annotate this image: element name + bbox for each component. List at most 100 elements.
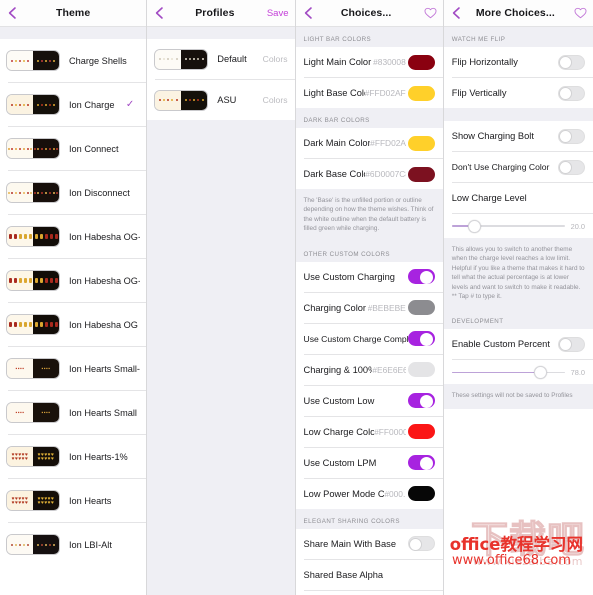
settings-row[interactable]: Use Custom Low <box>295 385 443 416</box>
slider-fill <box>451 371 540 374</box>
color-hex-value[interactable]: #E6E6E6 <box>372 365 405 375</box>
toggle-switch[interactable] <box>557 336 585 352</box>
theme-row[interactable]: Ion Habesha OG-ALT <box>0 215 147 258</box>
toggle-switch[interactable] <box>557 54 585 70</box>
theme-thumbnail: ♥♥♥♥♥ ♥♥♥♥♥ ♥♥♥♥♥ ♥♥♥♥♥ <box>6 446 60 467</box>
section-header: OTHER CUSTOM COLORS <box>295 241 443 262</box>
theme-row[interactable]: ▪▪▪▪ ▪▪▪▪ Ion Hearts Small <box>0 391 147 434</box>
settings-row[interactable]: Enable Custom Percent <box>443 329 593 360</box>
theme-row[interactable]: Ion Charge ✓ <box>0 83 147 126</box>
settings-row[interactable]: Low Charge Level <box>443 183 593 213</box>
settings-row-label: Low Charge Color <box>303 426 375 437</box>
settings-row[interactable]: Use Custom LPM <box>295 447 443 478</box>
settings-row[interactable]: Use Custom Charging <box>295 261 443 292</box>
theme-thumbnail <box>6 94 60 115</box>
color-swatch[interactable] <box>407 300 435 316</box>
theme-row[interactable]: ♥♥♥♥♥ ♥♥♥♥♥ ♥♥♥♥♥ ♥♥♥♥♥ Ion Hearts <box>0 479 147 522</box>
profile-row[interactable]: Default Colors <box>147 39 295 79</box>
color-swatch[interactable] <box>407 135 435 151</box>
theme-row[interactable]: ♥♥♥♥♥ ♥♥♥♥♥ ♥♥♥♥♥ ♥♥♥♥♥ Ion Hearts-1% <box>0 435 147 478</box>
toggle-switch[interactable] <box>557 85 585 101</box>
section-header: LIGHT BAR COLORS <box>295 27 443 47</box>
settings-row-label: Shared Base Alpha <box>303 569 384 580</box>
settings-row[interactable]: Light Main Color #830008 <box>295 47 443 77</box>
settings-row[interactable]: Charging Color #BEBEBE <box>295 292 443 323</box>
back-chevron-icon[interactable] <box>153 6 165 20</box>
settings-row[interactable]: Charging & 100% #E6E6E6 <box>295 354 443 385</box>
color-swatch[interactable] <box>407 54 435 70</box>
settings-row[interactable]: Light Base Color#FFD02AFF <box>295 78 443 108</box>
theme-row[interactable]: Ion LBI-Alt <box>0 523 147 566</box>
back-chevron-icon[interactable] <box>302 6 314 20</box>
heart-icon[interactable] <box>419 5 437 21</box>
theme-row[interactable]: Ion Habesha OG <box>0 303 147 346</box>
slider-row[interactable]: 78.0 <box>443 360 593 385</box>
settings-row[interactable]: Show Charging Bolt <box>443 121 593 151</box>
toggle-switch[interactable] <box>407 455 435 471</box>
watermark-url: www.office68.com <box>452 553 571 568</box>
color-swatch[interactable] <box>407 486 435 502</box>
settings-row[interactable]: Flip Horizontally <box>443 47 593 77</box>
back-chevron-icon[interactable] <box>450 6 462 20</box>
settings-row[interactable]: Low Charge Color #FF0000 <box>295 416 443 447</box>
toggle-switch[interactable] <box>407 536 435 552</box>
toggle-knob <box>559 130 573 143</box>
settings-row[interactable]: Low Power Mode Color#000... <box>295 478 443 509</box>
slider-row[interactable]: 20.0 <box>443 214 593 238</box>
profile-colors-button[interactable]: Colors <box>263 95 288 105</box>
toggle-switch[interactable] <box>407 269 435 285</box>
color-swatch[interactable] <box>407 362 435 378</box>
theme-thumbnail <box>6 314 60 335</box>
color-hex-value[interactable]: #830008 <box>373 57 406 67</box>
theme-thumbnail <box>154 89 209 111</box>
theme-thumbnail: ▪▪▪▪ ▪▪▪▪ <box>6 358 60 379</box>
slider[interactable] <box>451 365 565 379</box>
color-hex-value[interactable]: #6D0007C8 <box>365 169 405 179</box>
color-swatch[interactable] <box>407 85 435 101</box>
toggle-switch[interactable] <box>557 159 585 175</box>
toggle-switch[interactable] <box>557 128 585 144</box>
heart-icon[interactable] <box>569 5 587 21</box>
back-chevron-icon[interactable] <box>6 6 18 20</box>
settings-row[interactable]: Shared Base Alpha <box>295 559 443 590</box>
theme-row[interactable]: Ion Connect <box>0 127 147 170</box>
color-hex-value[interactable]: #FFD02AFF <box>365 88 406 98</box>
profile-row[interactable]: ASU Colors <box>147 80 295 120</box>
settings-row-label: Charging & 100% <box>303 364 373 375</box>
theme-row[interactable]: Ion Disconnect <box>0 171 147 214</box>
toggle-switch[interactable] <box>407 393 435 409</box>
settings-row-label: Light Main Color <box>303 57 372 67</box>
settings-row[interactable]: Dark Main Color #FFD02A <box>295 128 443 158</box>
slider[interactable] <box>451 219 565 233</box>
settings-row[interactable]: Dark Base Color #6D0007C8 <box>295 159 443 189</box>
settings-row-label: Charging Color <box>303 302 367 313</box>
theme-thumbnail <box>6 226 60 247</box>
theme-thumbnail: ▪▪▪▪ ▪▪▪▪ <box>6 402 60 423</box>
color-swatch[interactable] <box>407 166 435 182</box>
theme-row[interactable]: Charge Shells <box>0 39 147 82</box>
slider-row[interactable]: 0.01 <box>295 590 443 595</box>
settings-row[interactable]: Use Custom Charge Complete <box>295 323 443 354</box>
toggle-knob <box>559 87 573 100</box>
slider-thumb[interactable] <box>533 365 547 379</box>
watermark-ghost-bottom: www.xiazaiba.com <box>472 555 583 568</box>
settings-row[interactable]: Flip Vertically <box>443 78 593 108</box>
color-hex-value[interactable]: #FFD02A <box>370 138 406 148</box>
profiles-list: Default Colors ASU Colors <box>147 39 295 120</box>
theme-row[interactable]: Ion Habesha OG-O... <box>0 259 147 302</box>
save-button[interactable]: Save <box>265 8 289 19</box>
theme-row[interactable]: ▪▪▪▪▪▪▪▪ Ion Hearts Small-1% <box>0 347 147 390</box>
settings-row-label: Use Custom Charging <box>303 271 395 282</box>
theme-name: Charge Shells <box>69 55 127 66</box>
color-hex-value[interactable]: #BEBEBE <box>368 303 406 313</box>
toggle-switch[interactable] <box>407 331 435 347</box>
color-hex-value[interactable]: #FF0000 <box>374 427 406 437</box>
settings-row[interactable]: Share Main With Base <box>295 528 443 559</box>
settings-row[interactable]: Don't Use Charging Color <box>443 152 593 182</box>
color-hex-value[interactable]: #000... <box>384 489 405 499</box>
theme-name: Ion LBI-Alt <box>69 539 112 550</box>
section-footnote: This allows you to switch to another the… <box>443 238 593 310</box>
profile-colors-button[interactable]: Colors <box>263 54 288 64</box>
color-swatch[interactable] <box>407 424 435 440</box>
slider-thumb[interactable] <box>468 219 482 233</box>
